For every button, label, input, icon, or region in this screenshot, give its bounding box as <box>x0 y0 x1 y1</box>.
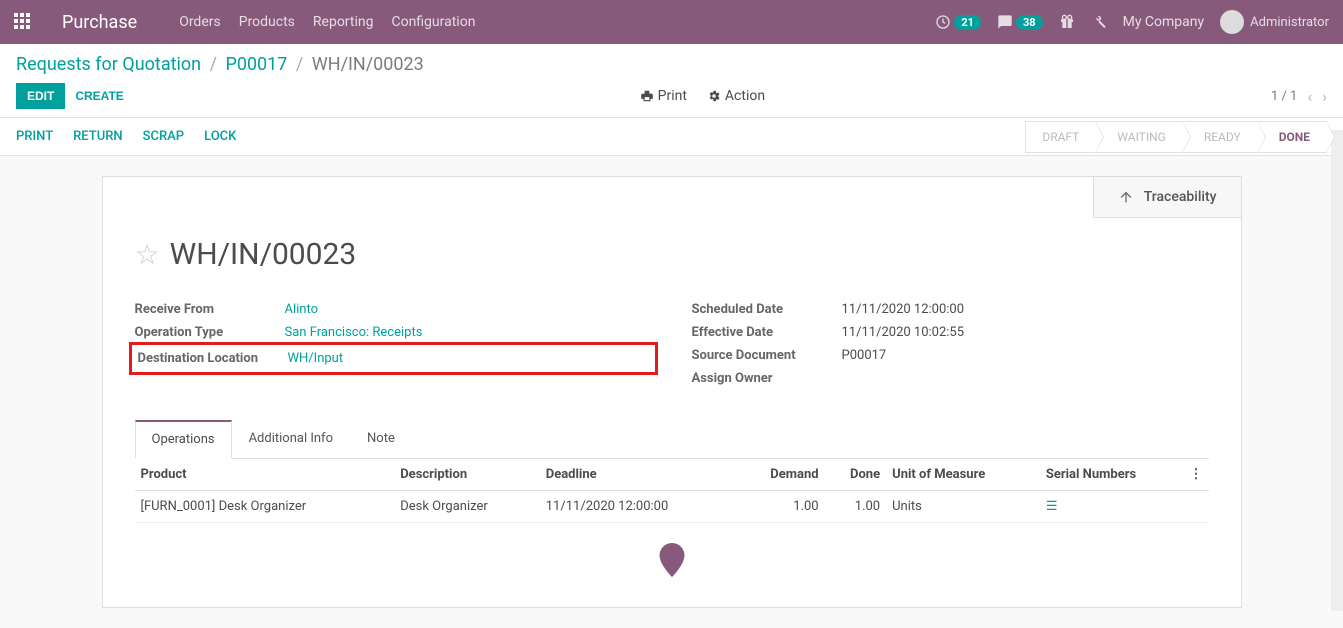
cell-serial: ☰ <box>1040 491 1209 523</box>
statusbar-lock[interactable]: Lock <box>204 129 236 144</box>
statusbar-print[interactable]: Print <box>16 129 53 144</box>
top-navbar: Purchase Orders Products Reporting Confi… <box>0 0 1343 44</box>
priority-star[interactable]: ☆ <box>135 238 160 271</box>
scrollbar[interactable] <box>1331 130 1343 611</box>
destination-highlight: Destination Location WH/Input <box>129 342 658 375</box>
cell-done: 1.00 <box>825 491 887 523</box>
avatar <box>1220 10 1244 34</box>
breadcrumb-current: WH/IN/00023 <box>312 54 424 75</box>
serial-list-icon[interactable]: ☰ <box>1046 499 1058 514</box>
cell-demand: 1.00 <box>736 491 824 523</box>
location-marker <box>135 523 1209 583</box>
pager-counter[interactable]: 1 / 1 <box>1271 89 1297 104</box>
tabs: Operations Additional Info Note <box>135 420 1209 459</box>
record-title: WH/IN/00023 <box>170 237 357 272</box>
col-description[interactable]: Description <box>394 459 540 491</box>
label-receive-from: Receive From <box>135 302 285 317</box>
menu-reporting[interactable]: Reporting <box>313 14 374 30</box>
field-destination-location[interactable]: WH/Input <box>288 351 344 366</box>
cell-product: [FURN_0001] Desk Organizer <box>135 491 395 523</box>
pager-next[interactable]: › <box>1322 87 1327 106</box>
print-dropdown[interactable]: Print <box>640 88 687 104</box>
field-source-document: P00017 <box>842 348 887 363</box>
tab-operations[interactable]: Operations <box>135 420 232 459</box>
label-source-document: Source Document <box>692 348 842 363</box>
cell-description: Desk Organizer <box>394 491 540 523</box>
stage-draft[interactable]: Draft <box>1025 121 1096 153</box>
menu-configuration[interactable]: Configuration <box>391 14 475 30</box>
field-scheduled-date: 11/11/2020 12:00:00 <box>842 302 965 317</box>
label-operation-type: Operation Type <box>135 325 285 340</box>
stage-done[interactable]: Done <box>1257 121 1327 153</box>
user-menu[interactable]: Administrator <box>1220 10 1329 34</box>
table-row[interactable]: [FURN_0001] Desk Organizer Desk Organize… <box>135 491 1209 523</box>
user-name: Administrator <box>1250 15 1329 30</box>
button-box: Traceability <box>1093 177 1241 218</box>
columns-menu-icon[interactable]: ⋮ <box>1190 467 1203 482</box>
app-title[interactable]: Purchase <box>62 12 137 33</box>
tools-icon[interactable] <box>1091 14 1107 30</box>
cell-uom: Units <box>886 491 1040 523</box>
pager-prev[interactable]: ‹ <box>1307 87 1312 106</box>
menu-products[interactable]: Products <box>239 14 295 30</box>
col-uom[interactable]: Unit of Measure <box>886 459 1040 491</box>
edit-button[interactable]: Edit <box>16 83 65 109</box>
traceability-button[interactable]: Traceability <box>1094 177 1241 217</box>
col-serial[interactable]: Serial Numbers⋮ <box>1040 459 1209 491</box>
action-dropdown[interactable]: Action <box>707 88 765 104</box>
activities-badge: 21 <box>954 15 981 30</box>
activities-icon[interactable]: 21 <box>935 14 981 30</box>
status-bar: Print Return Scrap Lock Draft Waiting Re… <box>0 118 1343 156</box>
messages-badge: 38 <box>1016 15 1043 30</box>
tab-note[interactable]: Note <box>350 420 412 458</box>
control-panel: Requests for Quotation / P00017 / WH/IN/… <box>0 44 1343 118</box>
statusbar-return[interactable]: Return <box>73 129 123 144</box>
stage-waiting[interactable]: Waiting <box>1095 121 1182 153</box>
breadcrumb: Requests for Quotation / P00017 / WH/IN/… <box>16 54 1327 75</box>
tab-additional-info[interactable]: Additional Info <box>232 420 350 458</box>
gift-icon[interactable] <box>1059 14 1075 30</box>
stage-indicator: Draft Waiting Ready Done <box>1026 121 1327 153</box>
col-product[interactable]: Product <box>135 459 395 491</box>
form-sheet: Traceability ☆ WH/IN/00023 Receive From … <box>102 176 1242 608</box>
field-effective-date: 11/11/2020 10:02:55 <box>842 325 965 340</box>
col-demand[interactable]: Demand <box>736 459 824 491</box>
cell-deadline: 11/11/2020 12:00:00 <box>540 491 737 523</box>
form-area: Traceability ☆ WH/IN/00023 Receive From … <box>0 156 1343 628</box>
company-selector[interactable]: My Company <box>1123 14 1205 30</box>
col-deadline[interactable]: Deadline <box>540 459 737 491</box>
create-button[interactable]: Create <box>65 84 133 108</box>
messages-icon[interactable]: 38 <box>997 14 1043 30</box>
operations-table: Product Description Deadline Demand Done… <box>135 459 1209 523</box>
col-done[interactable]: Done <box>825 459 887 491</box>
breadcrumb-po[interactable]: P00017 <box>225 54 287 75</box>
label-effective-date: Effective Date <box>692 325 842 340</box>
label-assign-owner: Assign Owner <box>692 371 842 386</box>
menu-orders[interactable]: Orders <box>179 14 221 30</box>
field-receive-from[interactable]: Alinto <box>285 302 319 317</box>
stage-ready[interactable]: Ready <box>1182 121 1258 153</box>
statusbar-scrap[interactable]: Scrap <box>143 129 184 144</box>
apps-icon[interactable] <box>14 13 32 31</box>
label-destination-location: Destination Location <box>138 351 288 366</box>
field-operation-type[interactable]: San Francisco: Receipts <box>285 325 423 340</box>
label-scheduled-date: Scheduled Date <box>692 302 842 317</box>
breadcrumb-root[interactable]: Requests for Quotation <box>16 54 201 75</box>
